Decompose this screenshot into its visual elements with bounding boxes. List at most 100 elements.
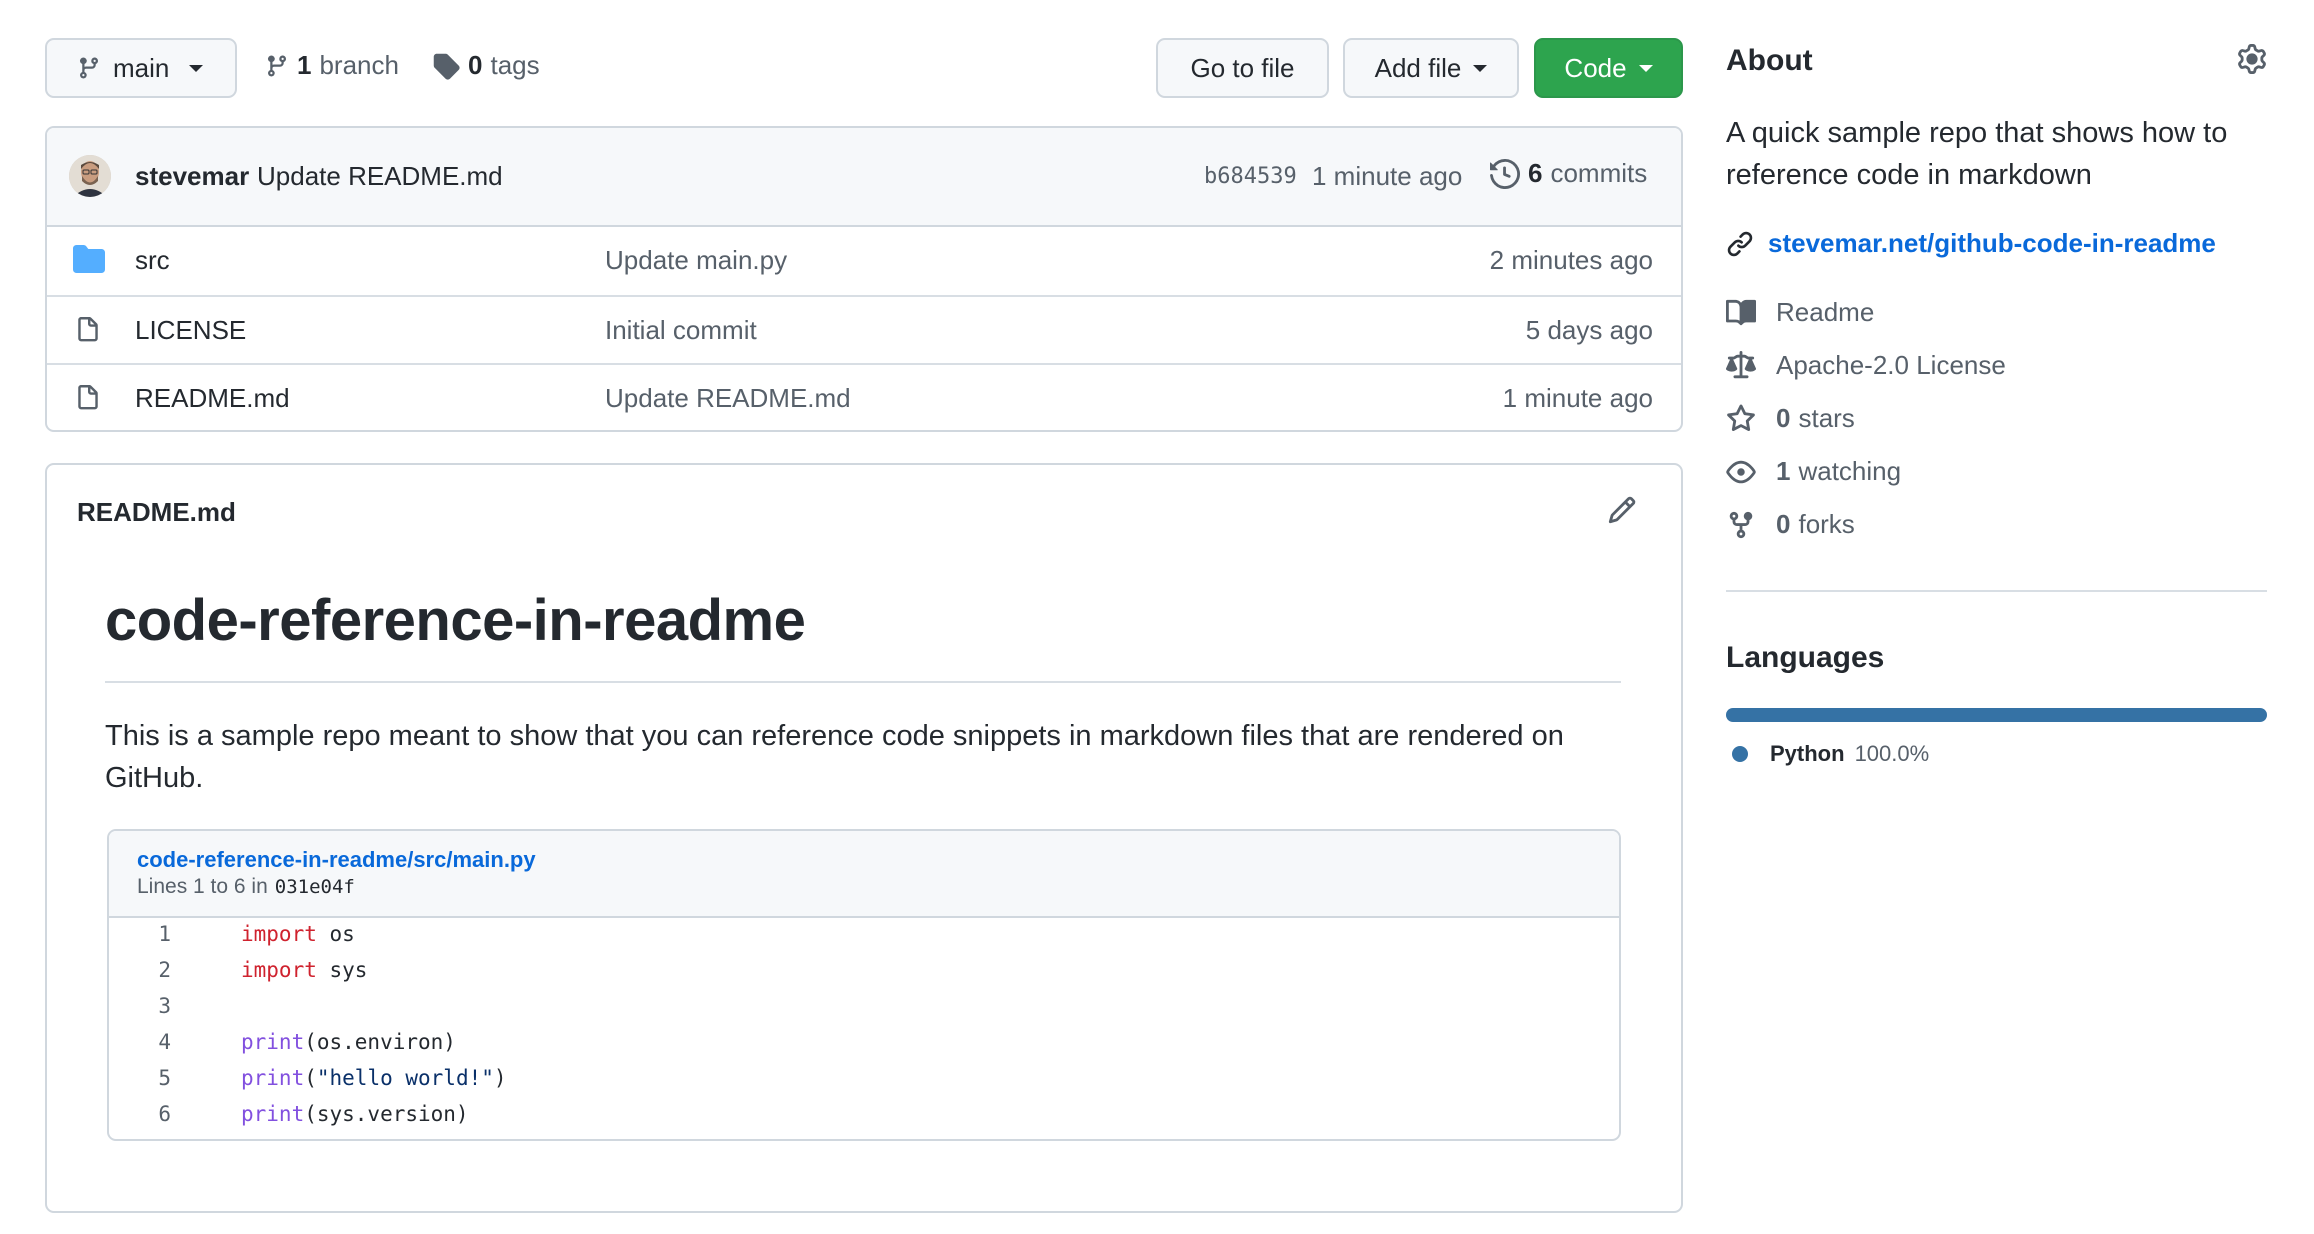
keyword-token: import — [241, 958, 317, 982]
about-description: A quick sample repo that shows how to re… — [1726, 112, 2227, 196]
code-token: os — [316, 922, 355, 946]
tags-link[interactable]: 0 tags — [432, 50, 540, 81]
heading-divider — [105, 681, 1621, 683]
chevron-down-icon — [189, 64, 204, 72]
add-file-button[interactable]: Add file — [1343, 38, 1519, 98]
file-age: 5 days ago — [1525, 315, 1653, 345]
code-token: (sys.version) — [304, 1102, 469, 1126]
readme-panel: README.md code-reference-in-readme This … — [45, 463, 1683, 1213]
language-bar-segment-python — [1726, 708, 2267, 722]
code-button[interactable]: Code — [1534, 38, 1683, 98]
commits-link[interactable]: 6 commits — [1490, 158, 1647, 189]
line-number[interactable]: 1 — [109, 922, 171, 946]
stars-text: 0 stars — [1776, 403, 1855, 434]
code-line: 2 import sys — [109, 954, 1619, 990]
watching-word: watching — [1798, 456, 1902, 486]
file-commit-message[interactable]: Update README.md — [605, 383, 851, 414]
language-color-dot — [1732, 746, 1748, 762]
code-text: import os — [241, 922, 355, 946]
commit-message[interactable]: Update README.md — [257, 161, 503, 192]
star-icon — [1726, 403, 1756, 434]
code-text: import sys — [241, 958, 367, 982]
code-text: print(sys.version) — [241, 1102, 469, 1126]
file-age: 2 minutes ago — [1489, 245, 1653, 275]
book-icon — [1726, 298, 1756, 328]
forks-word: forks — [1798, 509, 1855, 539]
edit-readme-button[interactable] — [1607, 495, 1637, 525]
code-snippet-header: code-reference-in-readme/src/main.py Lin… — [109, 831, 1619, 918]
description-line: A quick sample repo that shows how to — [1726, 117, 2228, 149]
code-token: (os.environ) — [304, 1030, 456, 1054]
file-commit-message[interactable]: Update main.py — [605, 245, 787, 276]
line-number[interactable]: 6 — [109, 1102, 171, 1126]
forks-count: 0 — [1776, 509, 1791, 539]
branch-select-button[interactable]: main — [45, 38, 237, 98]
go-to-file-button[interactable]: Go to file — [1156, 38, 1329, 98]
language-bar — [1726, 708, 2267, 722]
file-age: 1 minute ago — [1502, 383, 1653, 413]
file-row-readme[interactable]: README.md Update README.md 1 minute ago — [47, 363, 1681, 430]
go-to-file-label: Go to file — [1190, 52, 1295, 83]
file-row-license[interactable]: LICENSE Initial commit 5 days ago — [47, 295, 1681, 363]
file-row-src[interactable]: src Update main.py 2 minutes ago — [47, 227, 1681, 295]
code-line: 1 import os — [109, 918, 1619, 954]
file-name[interactable]: README.md — [135, 383, 290, 414]
code-text: print("hello world!") — [241, 1066, 507, 1090]
link-icon — [1726, 230, 1754, 258]
keyword-token: import — [241, 922, 317, 946]
add-file-label: Add file — [1374, 52, 1462, 83]
file-icon — [75, 383, 101, 413]
stars-word: stars — [1798, 403, 1855, 433]
language-item-python[interactable]: Python 100.0% — [1732, 741, 1929, 767]
commit-word: commits — [1550, 158, 1648, 188]
branches-link[interactable]: 1 branch — [265, 50, 399, 81]
forks-link[interactable]: 0 forks — [1726, 509, 1855, 540]
code-snippet-sha[interactable]: 031e04f — [275, 876, 355, 898]
branch-icon — [265, 53, 289, 79]
code-snippet-path-link[interactable]: code-reference-in-readme/src/main.py — [137, 847, 536, 873]
settings-button[interactable] — [2237, 44, 2267, 74]
latest-commit-bar: stevemar Update README.md b684539 1 minu… — [47, 128, 1681, 227]
file-list: stevemar Update README.md b684539 1 minu… — [45, 126, 1683, 432]
watchers-link[interactable]: 1 watching — [1726, 456, 1901, 487]
line-number[interactable]: 3 — [109, 994, 171, 1018]
chevron-down-icon — [1638, 64, 1653, 72]
line-number[interactable]: 2 — [109, 958, 171, 982]
commit-author[interactable]: stevemar — [135, 161, 249, 192]
commit-time: 1 minute ago — [1312, 161, 1463, 191]
file-name[interactable]: LICENSE — [135, 315, 246, 346]
branch-icon — [77, 55, 101, 81]
paragraph-line: This is a sample repo meant to show that… — [105, 720, 1564, 752]
stars-link[interactable]: 0 stars — [1726, 403, 1855, 434]
branch-count: 1 — [297, 50, 312, 80]
avatar[interactable] — [69, 155, 111, 197]
license-label: Apache-2.0 License — [1776, 350, 2006, 380]
line-number[interactable]: 5 — [109, 1066, 171, 1090]
law-icon — [1726, 350, 1756, 381]
watching-text: 1 watching — [1776, 456, 1901, 487]
code-token: ) — [493, 1066, 507, 1090]
lines-range-text: Lines 1 to 6 in — [137, 875, 268, 898]
website-url[interactable]: stevemar.net/github-code-in-readme — [1768, 228, 2216, 259]
fork-icon — [1726, 510, 1756, 540]
commit-count: 6 — [1528, 158, 1543, 188]
license-link[interactable]: Apache-2.0 License — [1726, 350, 2006, 381]
line-number[interactable]: 4 — [109, 1030, 171, 1054]
file-name[interactable]: src — [135, 245, 170, 276]
readme-link[interactable]: Readme — [1726, 297, 1874, 328]
code-token: sys — [316, 958, 368, 982]
chevron-down-icon — [1473, 64, 1488, 72]
readme-filename: README.md — [77, 497, 236, 527]
file-commit-message[interactable]: Initial commit — [605, 315, 757, 346]
commit-sha[interactable]: b684539 — [1204, 164, 1297, 189]
code-lines: 1 import os 2 import sys 3 4 print (os.en… — [109, 918, 1619, 1139]
branch-word: branch — [319, 50, 399, 80]
forks-text: 0 forks — [1776, 509, 1855, 540]
code-line: 3 — [109, 990, 1619, 1026]
about-title: About — [1726, 44, 1813, 77]
website-link[interactable]: stevemar.net/github-code-in-readme — [1726, 228, 2216, 259]
function-token: print — [241, 1102, 305, 1126]
readme-paragraph: This is a sample repo meant to show that… — [105, 715, 1645, 799]
sidebar-divider — [1726, 590, 2267, 592]
tag-word: tags — [490, 50, 540, 80]
